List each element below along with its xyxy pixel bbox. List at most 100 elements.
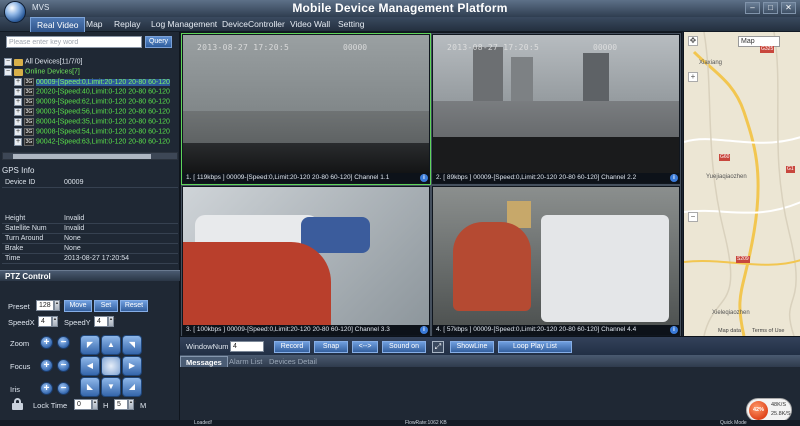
up-left-icon[interactable]: ◤	[80, 335, 100, 355]
down-right-icon[interactable]: ◢	[122, 377, 142, 397]
tree-device-item[interactable]: +3G 90008-[Speed:54,Limit:0-120 20-80 60-…	[14, 128, 170, 138]
up-right-icon[interactable]: ◥	[122, 335, 142, 355]
video-cell-4[interactable]: 4. [ 57kbps ] 00009-[Speed:0,Limit:20-12…	[431, 185, 681, 337]
menu-device-controller[interactable]: DeviceController	[222, 19, 285, 29]
video-grid: 2013-08-27 17:20:5 00000 1. [ 119kbps ] …	[180, 32, 682, 337]
video-cell-3[interactable]: 3. [ 100kbps ] 00009-[Speed:0,Limit:20-1…	[181, 185, 431, 337]
expand-icon[interactable]: +	[14, 108, 22, 116]
speedx-spinner-icon[interactable]: ▲▼	[52, 316, 61, 327]
reset-button[interactable]: Reset	[120, 300, 148, 312]
lock-hours-input[interactable]: 0	[74, 399, 92, 410]
map-place-label: Yuejiaqiaozhen	[706, 174, 747, 180]
lock-minutes-input[interactable]: 5	[114, 399, 128, 410]
loop-play-list-button[interactable]: Loop Play List	[498, 341, 572, 353]
tree-horizontal-scrollbar[interactable]	[2, 152, 178, 160]
focus-in-icon[interactable]: +	[40, 359, 53, 372]
scrollbar-thumb[interactable]	[13, 154, 151, 159]
lock-icon[interactable]	[12, 398, 23, 410]
speedy-input[interactable]: 4	[94, 316, 108, 327]
menu-video-wall[interactable]: Video Wall	[290, 19, 330, 29]
map-terms-link[interactable]: Terms of Use	[752, 328, 784, 334]
window-num-select[interactable]: 4	[230, 341, 264, 352]
snap-button[interactable]: Snap	[314, 341, 348, 353]
menu-log-management[interactable]: Log Management	[151, 19, 217, 29]
right-arrow-icon[interactable]: ▶	[122, 356, 142, 376]
zoom-out-icon[interactable]: −	[57, 336, 70, 349]
map-roads	[684, 32, 800, 336]
status-quick-mode[interactable]: Quick Mode	[720, 420, 747, 426]
minimize-icon[interactable]: –	[745, 2, 760, 14]
messages-panel: Messages Alarm List Devices Detail	[180, 355, 800, 426]
preset-input[interactable]: 128	[36, 300, 54, 311]
zoom-in-icon[interactable]: +	[40, 336, 53, 349]
hours-unit-label: H	[103, 401, 109, 410]
iris-open-icon[interactable]: +	[40, 382, 53, 395]
toggle-arrows-button[interactable]: <-->	[352, 341, 378, 353]
map-panel[interactable]: Map ✥ + − Xiaxiang Yuejiaqiaozhen Xieleq…	[683, 32, 800, 336]
window-controls: – □ ✕	[745, 2, 796, 14]
query-button[interactable]: Query	[145, 36, 172, 48]
menu-setting[interactable]: Setting	[338, 19, 364, 29]
sound-on-button[interactable]: Sound on	[382, 341, 426, 353]
tree-device-item[interactable]: +3G 20020-[Speed:40,Limit:0-120 20-80 60-…	[14, 88, 170, 98]
move-button[interactable]: Move	[64, 300, 92, 312]
preset-label: Preset	[8, 302, 30, 311]
menu-map[interactable]: Map	[86, 19, 103, 29]
maximize-icon[interactable]: □	[763, 2, 778, 14]
focus-label: Focus	[10, 362, 31, 371]
up-arrow-icon[interactable]: ▲	[101, 335, 121, 355]
record-button[interactable]: Record	[274, 341, 310, 353]
messages-body	[180, 367, 800, 426]
focus-out-icon[interactable]: −	[57, 359, 70, 372]
gps-row: Turn Around None	[2, 235, 178, 244]
set-button[interactable]: Set	[94, 300, 118, 312]
tab-alarm-list[interactable]: Alarm List	[224, 356, 267, 367]
iris-label: Iris	[10, 385, 20, 394]
video-cell-2[interactable]: 2013-08-27 17:20:5 00000 2. [ 89kbps ] 0…	[431, 33, 681, 185]
expand-icon[interactable]: +	[14, 98, 22, 106]
tab-messages[interactable]: Messages	[180, 356, 228, 367]
expand-icon[interactable]: +	[14, 138, 22, 146]
preset-spinner-icon[interactable]: ▲▼	[54, 300, 63, 311]
expand-icon[interactable]: +	[14, 88, 22, 96]
gps-row: Satellite Num Invalid	[2, 225, 178, 234]
tree-online-devices[interactable]: − Online Devices[7]	[4, 68, 80, 78]
map-pan-icon[interactable]: ✥	[688, 36, 698, 46]
center-icon[interactable]	[101, 356, 121, 376]
lock-minutes-spinner-icon[interactable]: ▲▼	[128, 399, 137, 410]
close-icon[interactable]: ✕	[781, 2, 796, 14]
map-data-link[interactable]: Map data	[718, 328, 741, 334]
down-left-icon[interactable]: ◣	[80, 377, 100, 397]
iris-close-icon[interactable]: −	[57, 382, 70, 395]
speedx-input[interactable]: 4	[38, 316, 52, 327]
tree-device-item[interactable]: +3G 90042-[Speed:63,Limit:0-120 20-80 60-…	[14, 138, 170, 148]
fullscreen-icon[interactable]: ⤢	[432, 341, 444, 353]
map-zoom-in-icon[interactable]: +	[688, 72, 698, 82]
map-zoom-out-icon[interactable]: −	[688, 212, 698, 222]
ptz-control-header[interactable]: PTZ Control	[0, 270, 180, 281]
show-line-button[interactable]: ShowLine	[450, 341, 494, 353]
network-monitor-widget[interactable]: 42% 48K/S 25.8K/S	[746, 398, 792, 422]
ptz-direction-pad: ◤ ▲ ◥ ◀ ▶ ◣ ▼ ◢	[79, 334, 143, 398]
tree-all-devices[interactable]: − All Devices[11/7/0]	[4, 58, 82, 68]
tree-device-item[interactable]: +3G 80004-[Speed:35,Limit:0-120 20-80 60-…	[14, 118, 170, 128]
tree-device-item[interactable]: +3G 90003-[Speed:56,Limit:0-120 20-80 60-…	[14, 108, 170, 118]
search-input[interactable]	[6, 36, 142, 48]
gps-row: Brake None	[2, 245, 178, 254]
left-arrow-icon[interactable]: ◀	[80, 356, 100, 376]
down-arrow-icon[interactable]: ▼	[101, 377, 121, 397]
tab-devices-detail[interactable]: Devices Detail	[264, 356, 322, 367]
expand-icon[interactable]: +	[14, 128, 22, 136]
upload-rate: 48K/S	[771, 402, 786, 408]
collapse-icon[interactable]: −	[4, 68, 12, 76]
menu-real-video[interactable]: Real Video	[30, 17, 86, 32]
tree-device-item[interactable]: +3G 00009-[Speed:0,Limit:20-120 20-80 60-…	[14, 78, 170, 88]
expand-icon[interactable]: +	[14, 78, 22, 86]
menu-replay[interactable]: Replay	[114, 19, 140, 29]
collapse-icon[interactable]: −	[4, 58, 12, 66]
video-cell-1[interactable]: 2013-08-27 17:20:5 00000 1. [ 119kbps ] …	[181, 33, 431, 185]
speedy-spinner-icon[interactable]: ▲▼	[108, 316, 117, 327]
expand-icon[interactable]: +	[14, 118, 22, 126]
lock-hours-spinner-icon[interactable]: ▲▼	[92, 399, 101, 410]
tree-device-item[interactable]: +3G 90009-[Speed:62,Limit:0-120 20-80 60-…	[14, 98, 170, 108]
